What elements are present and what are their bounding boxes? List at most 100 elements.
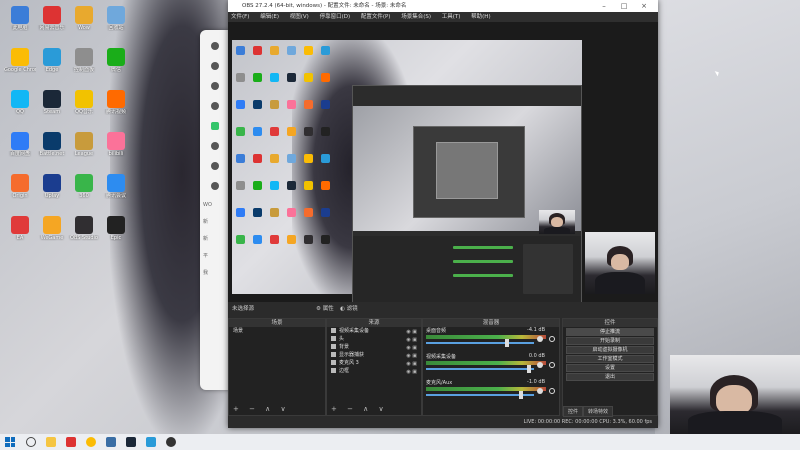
volume-meter (426, 335, 546, 339)
desktop-icon[interactable]: 回收站 (100, 4, 132, 38)
desktop-icon[interactable]: 腾讯视频 (100, 88, 132, 122)
title-bar[interactable]: OBS 27.2.4 (64-bit, windows) - 配置文件: 未命名… (228, 0, 658, 12)
desktop-icon[interactable]: 腾讯会议 (100, 172, 132, 206)
close-icon[interactable]: × (634, 0, 654, 12)
gear-icon[interactable] (549, 362, 555, 368)
app-icon[interactable] (146, 437, 156, 447)
filters-button[interactable]: ◐ 滤镜 (340, 302, 358, 316)
source-item[interactable]: 视频采集设备 ◉ ▣ (327, 327, 421, 335)
desktop-icon[interactable]: 百度网盘 (4, 130, 36, 164)
steam-icon[interactable] (126, 437, 136, 447)
desktop-icon[interactable]: 360 (68, 172, 100, 206)
file-explorer-icon[interactable] (46, 437, 56, 447)
windows-start-icon[interactable] (5, 437, 15, 447)
app-icon[interactable] (211, 162, 219, 170)
controls-dock[interactable]: 控件 停止推流 开始录制 启动虚拟摄像机 工作室模式 设置 退出 控件 转场特效 (562, 318, 658, 417)
desktop-icon[interactable]: Wow (68, 4, 100, 38)
desktop-icon[interactable]: QQ (4, 88, 36, 122)
scene-toolbar[interactable]: + − ∧ ∨ (233, 405, 290, 413)
preview-canvas[interactable] (228, 22, 658, 312)
app-icon[interactable] (211, 62, 219, 70)
desktop-icon[interactable]: Steam (36, 88, 68, 122)
maximize-icon[interactable]: □ (614, 0, 634, 12)
scene-item[interactable]: 场景 (229, 327, 325, 335)
desktop-icon[interactable]: EA (4, 214, 36, 248)
exit-button[interactable]: 退出 (566, 373, 654, 381)
mixer-channel[interactable]: 麦克风/Aux -1.0 dB (423, 379, 559, 405)
menu-scene-collection[interactable]: 场景集合(S) (401, 14, 431, 20)
volume-slider[interactable] (426, 394, 534, 396)
minimize-icon[interactable]: – (594, 0, 614, 12)
source-item[interactable]: 边框 ◉ ▣ (327, 367, 421, 375)
app-icon[interactable] (211, 182, 219, 190)
menu-edit[interactable]: 编辑(E) (260, 14, 279, 20)
obs-icon[interactable] (166, 437, 176, 447)
desktop-icon[interactable]: 控制面板 (68, 46, 100, 80)
volume-slider[interactable] (426, 342, 534, 344)
eye-lock-icon[interactable]: ◉ ▣ (406, 368, 417, 376)
desktop-icon[interactable]: Origin (4, 172, 36, 206)
menu-profile[interactable]: 配置文件(P) (361, 14, 391, 20)
source-item[interactable]: 显示器捕获 ◉ ▣ (327, 351, 421, 359)
gear-icon[interactable] (549, 388, 555, 394)
menu-tools[interactable]: 工具(T) (442, 14, 461, 20)
virtual-camera-button[interactable]: 启动虚拟摄像机 (566, 346, 654, 354)
desktop-icon[interactable]: Battle.net (36, 130, 68, 164)
preview-icon (236, 208, 245, 217)
speaker-icon[interactable] (537, 388, 543, 394)
side-chat-app[interactable]: WO 新 新 平 我 (200, 30, 230, 390)
chat-icon[interactable] (211, 122, 219, 130)
desktop-icon[interactable]: QQ音乐 (68, 88, 100, 122)
menu-file[interactable]: 文件(F) (231, 14, 249, 20)
sources-dock[interactable]: 来源 视频采集设备 ◉ ▣ 头 ◉ ▣ 背景 ◉ ▣ 显示器捕获 ◉ ▣ 麦克风 3 ◉ … (326, 318, 422, 416)
speaker-icon[interactable] (537, 362, 543, 368)
desktop-icon[interactable]: Epic (100, 214, 132, 248)
desktop-icon[interactable]: Uplay (36, 172, 68, 206)
app-icon[interactable] (211, 82, 219, 90)
gear-icon[interactable] (549, 336, 555, 342)
side-app-label: WO (203, 202, 212, 208)
tab-controls[interactable]: 控件 (563, 406, 584, 417)
app-icon[interactable] (211, 42, 219, 50)
chrome-icon[interactable] (86, 437, 96, 447)
app-icon[interactable] (106, 437, 116, 447)
source-toolbar-buttons[interactable]: + − ∧ ∨ (331, 405, 388, 413)
search-icon[interactable] (26, 437, 36, 447)
source-item[interactable]: 背景 ◉ ▣ (327, 343, 421, 351)
menu-view[interactable]: 视图(V) (290, 14, 309, 20)
app-icon[interactable] (211, 142, 219, 150)
preview-icon (253, 100, 262, 109)
volume-knob[interactable] (505, 339, 509, 347)
desktop-icon[interactable]: Edge (36, 46, 68, 80)
studio-mode-button[interactable]: 工作室模式 (566, 355, 654, 363)
volume-knob[interactable] (519, 391, 523, 399)
mixer-dock[interactable]: 混音器 桌面音频 -4.1 dB 视频采集设备 0.0 dB 麦克风/Aux -… (422, 318, 560, 416)
obs-window[interactable]: OBS 27.2.4 (64-bit, windows) - 配置文件: 未命名… (228, 0, 658, 428)
app-icon (43, 216, 61, 234)
scenes-dock[interactable]: 场景 场景 + − ∧ ∨ (228, 318, 326, 416)
source-item[interactable]: 头 ◉ ▣ (327, 335, 421, 343)
app-icon[interactable] (211, 102, 219, 110)
menu-docks[interactable]: 停靠窗口(D) (320, 14, 351, 20)
source-item[interactable]: 麦克风 3 ◉ ▣ (327, 359, 421, 367)
volume-knob[interactable] (527, 365, 531, 373)
tab-transitions[interactable]: 转场特效 (583, 406, 614, 417)
mixer-channel[interactable]: 视频采集设备 0.0 dB (423, 353, 559, 379)
desktop-icon[interactable]: Google Chrome (4, 46, 36, 80)
desktop-icon[interactable]: OBS Studio (68, 214, 100, 248)
start-recording-button[interactable]: 开始录制 (566, 337, 654, 345)
desktop-icon[interactable]: League (68, 130, 100, 164)
volume-slider[interactable] (426, 368, 534, 370)
settings-button[interactable]: 设置 (566, 364, 654, 372)
desktop-icon[interactable]: bilibili (100, 130, 132, 164)
desktop-icon[interactable]: 微信 (100, 46, 132, 80)
desktop-icon[interactable]: 此电脑 (4, 4, 36, 38)
properties-button[interactable]: ⚙ 属性 (316, 302, 334, 316)
desktop-icon[interactable]: 网易云音乐 (36, 4, 68, 38)
menu-help[interactable]: 帮助(H) (471, 14, 490, 20)
desktop-icon[interactable]: WeGame (36, 214, 68, 248)
netease-music-icon[interactable] (66, 437, 76, 447)
mixer-channel[interactable]: 桌面音频 -4.1 dB (423, 327, 559, 353)
speaker-icon[interactable] (537, 336, 543, 342)
stop-streaming-button[interactable]: 停止推流 (566, 328, 654, 336)
